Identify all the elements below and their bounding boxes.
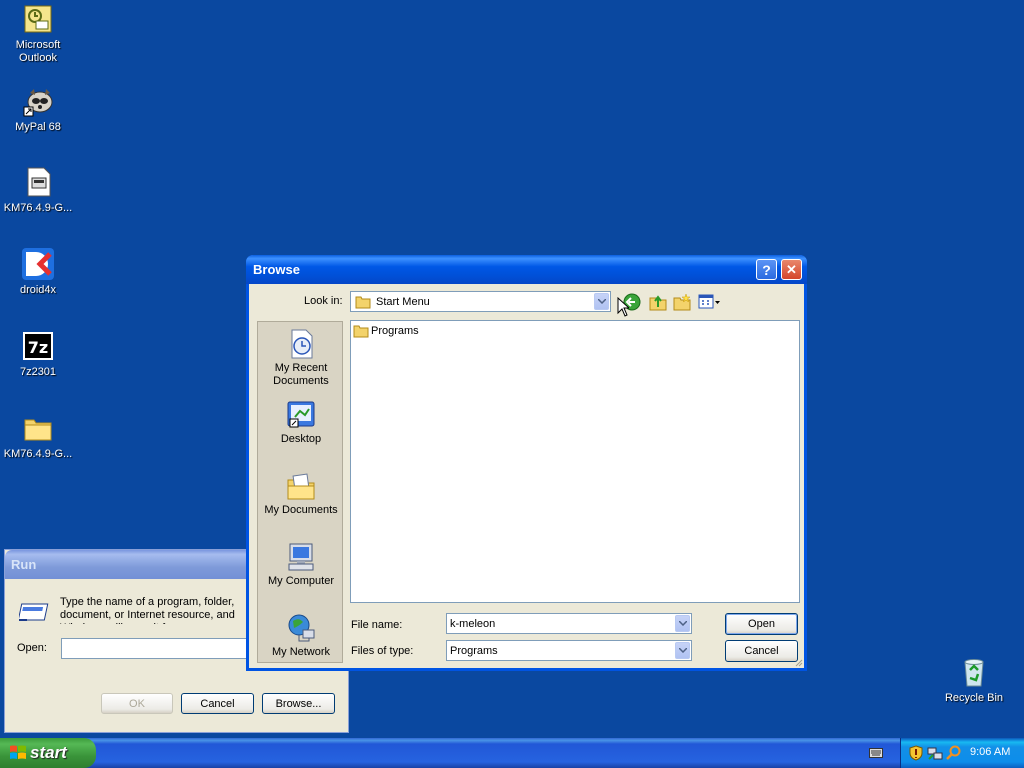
file-name-text: Programs [371,325,419,337]
start-label: start [30,743,67,762]
desktop-icon-7zip[interactable]: 7z 7z2301 [0,330,76,379]
desktop-icon-label: KM76.4.9-G... [3,448,73,460]
files-of-type-dropdown[interactable]: Programs [446,640,692,661]
svg-text:7z: 7z [28,338,48,357]
browse-titlebar[interactable]: Browse ? ✕ [246,255,807,284]
places-item-my-network[interactable]: My Network [258,612,342,658]
installer-icon [22,166,54,198]
up-folder-button[interactable] [649,293,667,311]
run-description: Type the name of a program, folder, docu… [60,596,235,624]
places-label: My Computer [267,575,335,587]
system-tray: 9:06 AM [900,738,1024,768]
cancel-button[interactable]: Cancel [725,640,798,662]
desktop-icon-label: droid4x [19,284,57,296]
close-button[interactable]: ✕ [781,259,802,280]
desktop-icon-recycle-bin[interactable]: Recycle Bin [936,656,1012,705]
resize-grip-icon[interactable] [793,657,803,667]
chevron-down-icon[interactable] [594,293,609,310]
files-of-type-label: Files of type: [351,645,414,657]
my-network-icon [285,612,317,644]
file-name-label: File name: [351,619,403,631]
places-label: Desktop [280,433,322,445]
folder-icon [22,412,54,444]
mypal-icon [22,85,54,117]
outlook-icon [22,3,54,35]
look-in-value: Start Menu [376,295,430,308]
close-icon: ✕ [786,261,797,277]
desktop-icon-mypal[interactable]: MyPal 68 [0,85,76,134]
folder-icon [353,325,369,338]
list-item[interactable]: Programs [353,324,419,338]
keyboard-icon[interactable] [869,748,883,761]
desktop-icon-outlook[interactable]: Microsoft Outlook [0,3,76,65]
network-icon[interactable] [927,745,943,764]
open-button[interactable]: Open [725,613,798,635]
security-shield-icon[interactable] [909,745,923,764]
look-in-dropdown[interactable]: Start Menu [350,291,611,312]
look-in-label: Look in: [304,295,343,307]
places-label: My Network [271,646,331,658]
places-item-my-computer[interactable]: My Computer [258,541,342,587]
search-icon[interactable] [946,745,962,764]
places-item-recent[interactable]: My Recent Documents [258,328,342,388]
run-cancel-button[interactable]: Cancel [181,693,254,714]
desktop-icon-droid4x[interactable]: droid4x [0,248,76,297]
recent-documents-icon [285,328,317,360]
desktop-icon-label: Recycle Bin [944,692,1004,704]
my-computer-icon [285,541,317,573]
run-open-input[interactable] [61,638,251,659]
desktop-icon-label: KM76.4.9-G... [3,202,73,214]
droid4x-icon [22,248,54,280]
run-open-label: Open: [17,642,47,654]
file-name-input[interactable]: k-meleon [446,613,692,634]
desktop-icon-label: 7z2301 [19,366,57,378]
desktop-icon-label: Microsoft Outlook [15,39,61,64]
new-folder-icon [673,293,691,311]
windows-logo-icon [10,745,26,759]
help-icon: ? [762,261,771,278]
places-label: My Recent Documents [273,362,329,387]
desktop-icon-km-installer[interactable]: KM76.4.9-G... [0,166,76,215]
run-program-icon [17,598,51,629]
7zip-icon: 7z [22,330,54,362]
run-title: Run [11,557,37,572]
recycle-bin-icon [958,656,990,688]
view-menu-button[interactable] [698,293,722,311]
help-button[interactable]: ? [756,259,777,280]
browse-title: Browse [253,262,300,277]
places-label: My Documents [264,504,338,516]
chevron-down-icon[interactable] [675,642,690,659]
desktop-icon [285,399,317,431]
places-item-desktop[interactable]: Desktop [258,399,342,445]
new-folder-button[interactable] [673,293,691,311]
browse-dialog: Browse ? ✕ Look in: Start Menu My Recent… [246,255,807,671]
view-menu-icon [698,294,720,309]
start-button[interactable]: start [0,738,96,768]
my-documents-icon [285,470,317,502]
mouse-cursor-icon [617,296,631,320]
up-folder-icon [649,295,667,311]
chevron-down-icon[interactable] [675,615,690,632]
files-of-type-value: Programs [450,644,498,657]
run-ok-button[interactable]: OK [101,693,173,714]
desktop-icon-label: MyPal 68 [15,121,61,133]
taskbar: start 9:06 AM [0,738,1024,768]
folder-icon [355,296,371,308]
places-item-my-documents[interactable]: My Documents [258,470,342,516]
file-name-value: k-meleon [450,617,496,630]
clock[interactable]: 9:06 AM [970,746,1010,758]
file-list[interactable]: Programs [350,320,800,603]
places-bar: My Recent Documents Desktop My Documents… [257,321,343,663]
run-browse-button[interactable]: Browse... [262,693,335,714]
desktop-icon-km-folder[interactable]: KM76.4.9-G... [0,412,76,461]
